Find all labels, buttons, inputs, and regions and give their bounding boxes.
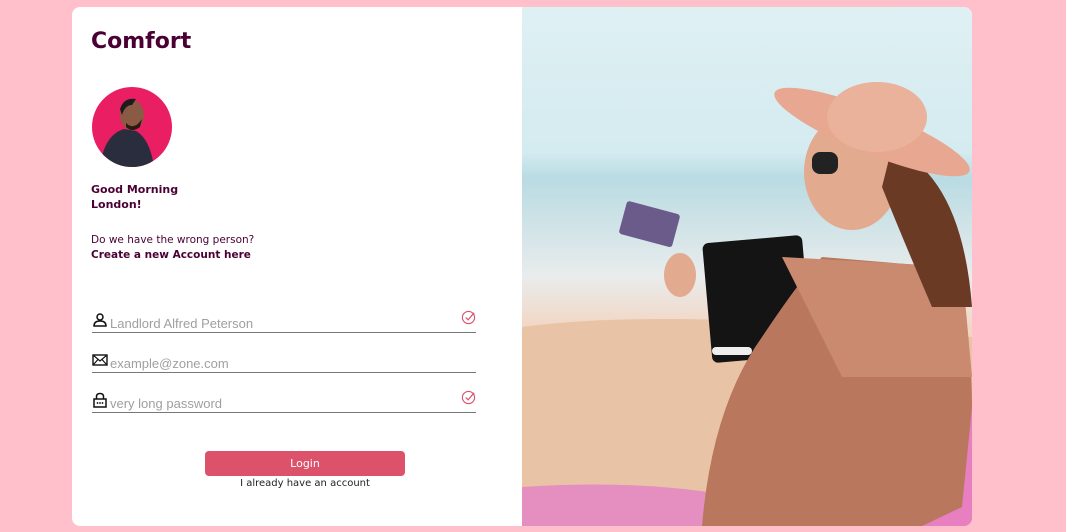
wrong-person: Do we have the wrong person? Create a ne… [91,233,254,263]
brand-logo: Comfort [91,29,192,54]
name-field [92,310,476,333]
greeting-line2: London! [91,198,142,211]
password-field [92,390,476,413]
greeting: Good Morning London! [91,182,178,212]
create-account-link[interactable]: Create a new Account here [91,249,251,261]
login-button[interactable]: Login [205,451,405,476]
email-input[interactable] [110,354,476,372]
check-icon [461,390,476,405]
user-icon [93,313,107,327]
wrong-person-question: Do we have the wrong person? [91,234,255,246]
login-panel: Comfort Good Morning London! Do we have … [72,7,522,526]
login-card: Comfort Good Morning London! Do we have … [72,7,972,526]
avatar [92,87,172,167]
check-icon [461,310,476,325]
hero-image [522,7,972,526]
email-field [92,350,476,373]
envelope-icon [92,354,108,366]
lock-icon [93,392,107,408]
password-input[interactable] [110,394,476,412]
name-input[interactable] [110,314,476,332]
greeting-line1: Good Morning [91,183,179,196]
have-account-link[interactable]: I already have an account [205,478,405,489]
